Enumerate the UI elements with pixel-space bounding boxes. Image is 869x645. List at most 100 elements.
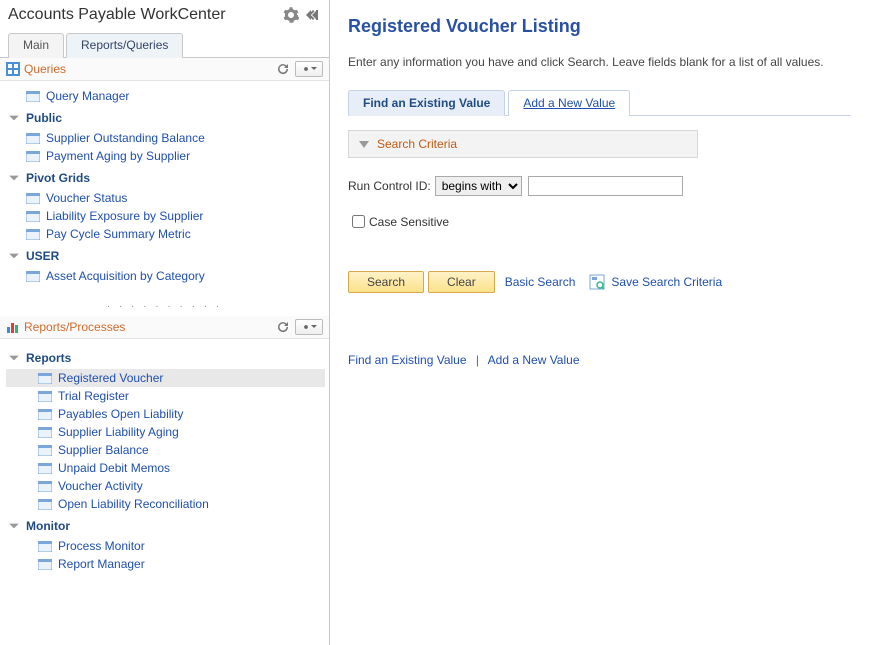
link-label: Supplier Balance bbox=[58, 443, 149, 457]
link-label: Supplier Liability Aging bbox=[58, 425, 179, 439]
gear-icon bbox=[301, 64, 311, 74]
section-queries: Queries bbox=[0, 58, 329, 81]
item-supplier-balance[interactable]: Supplier Balance bbox=[6, 441, 325, 459]
bottom-links: Find an Existing Value | Add a New Value bbox=[348, 353, 851, 367]
item-asset-acquisition[interactable]: Asset Acquisition by Category bbox=[6, 267, 325, 285]
page-icon bbox=[38, 499, 52, 510]
page-icon bbox=[38, 559, 52, 570]
page-icon bbox=[38, 427, 52, 438]
item-supplier-liability-aging[interactable]: Supplier Liability Aging bbox=[6, 423, 325, 441]
chevron-down-icon bbox=[8, 112, 20, 124]
group-pivot-grids[interactable]: Pivot Grids bbox=[6, 165, 325, 189]
link-label: Registered Voucher bbox=[58, 371, 163, 385]
bottom-find-link[interactable]: Find an Existing Value bbox=[348, 353, 467, 367]
page-icon bbox=[26, 193, 40, 204]
page-icon bbox=[38, 481, 52, 492]
group-label-text: Monitor bbox=[26, 519, 70, 533]
separator: | bbox=[476, 353, 479, 367]
item-payables-open-liability[interactable]: Payables Open Liability bbox=[6, 405, 325, 423]
collapse-icon[interactable] bbox=[305, 7, 321, 23]
page-icon bbox=[26, 133, 40, 144]
section-separator: · · · · · · · · · · bbox=[0, 297, 329, 316]
link-label: Process Monitor bbox=[58, 539, 145, 553]
workcenter-header: Accounts Payable WorkCenter bbox=[0, 0, 329, 32]
queries-tree: Query Manager Public Supplier Outstandin… bbox=[0, 81, 329, 297]
section-reports-title: Reports/Processes bbox=[24, 320, 269, 334]
operator-select[interactable]: begins with bbox=[435, 176, 522, 196]
link-label: Unpaid Debit Memos bbox=[58, 461, 170, 475]
item-open-liability-recon[interactable]: Open Liability Reconciliation bbox=[6, 495, 325, 513]
clear-button[interactable]: Clear bbox=[428, 271, 495, 293]
item-voucher-status[interactable]: Voucher Status bbox=[6, 189, 325, 207]
page-title: Registered Voucher Listing bbox=[348, 16, 851, 37]
section-gear-dropdown[interactable] bbox=[295, 61, 323, 77]
run-control-row: Run Control ID: begins with bbox=[348, 176, 851, 196]
gear-icon[interactable] bbox=[283, 7, 299, 23]
page-icon bbox=[38, 541, 52, 552]
item-payment-aging[interactable]: Payment Aging by Supplier bbox=[6, 147, 325, 165]
group-public[interactable]: Public bbox=[6, 105, 325, 129]
item-trial-register[interactable]: Trial Register bbox=[6, 387, 325, 405]
section-reports-processes: Reports/Processes bbox=[0, 316, 329, 339]
link-label: Liability Exposure by Supplier bbox=[46, 209, 203, 223]
link-label: Pay Cycle Summary Metric bbox=[46, 227, 191, 241]
refresh-icon[interactable] bbox=[275, 61, 291, 77]
page-icon bbox=[38, 445, 52, 456]
run-control-input[interactable] bbox=[528, 176, 683, 196]
group-label-text: Public bbox=[26, 111, 62, 125]
group-monitor[interactable]: Monitor bbox=[6, 513, 325, 537]
section-queries-title: Queries bbox=[24, 62, 269, 76]
group-reports[interactable]: Reports bbox=[6, 345, 325, 369]
chevron-down-icon bbox=[311, 66, 317, 72]
group-label-text: Reports bbox=[26, 351, 71, 365]
save-search-link[interactable]: Save Search Criteria bbox=[611, 275, 722, 289]
page-icon bbox=[38, 391, 52, 402]
item-liability-exposure[interactable]: Liability Exposure by Supplier bbox=[6, 207, 325, 225]
group-user[interactable]: USER bbox=[6, 243, 325, 267]
button-row: Search Clear Basic Search Save Search Cr… bbox=[348, 271, 851, 293]
link-label: Asset Acquisition by Category bbox=[46, 269, 205, 283]
workcenter-title: Accounts Payable WorkCenter bbox=[8, 6, 277, 24]
refresh-icon[interactable] bbox=[275, 319, 291, 335]
tab-add-new[interactable]: Add a New Value bbox=[508, 90, 630, 116]
tab-main[interactable]: Main bbox=[8, 33, 64, 58]
item-supplier-outstanding[interactable]: Supplier Outstanding Balance bbox=[6, 129, 325, 147]
item-query-manager[interactable]: Query Manager bbox=[6, 87, 325, 105]
item-report-manager[interactable]: Report Manager bbox=[6, 555, 325, 573]
page-icon bbox=[38, 409, 52, 420]
page-icon bbox=[26, 229, 40, 240]
page-icon bbox=[26, 211, 40, 222]
group-label-text: USER bbox=[26, 249, 59, 263]
section-gear-dropdown[interactable] bbox=[295, 319, 323, 335]
page-icon bbox=[38, 463, 52, 474]
item-voucher-activity[interactable]: Voucher Activity bbox=[6, 477, 325, 495]
link-label: Query Manager bbox=[46, 89, 129, 103]
item-registered-voucher[interactable]: Registered Voucher bbox=[6, 369, 325, 387]
bottom-add-link[interactable]: Add a New Value bbox=[488, 353, 580, 367]
page-icon bbox=[26, 151, 40, 162]
link-label: Payment Aging by Supplier bbox=[46, 149, 190, 163]
chevron-down-icon bbox=[8, 520, 20, 532]
page-icon bbox=[26, 91, 40, 102]
basic-search-link[interactable]: Basic Search bbox=[505, 275, 576, 289]
case-sensitive-checkbox[interactable] bbox=[352, 215, 365, 228]
run-control-label: Run Control ID: bbox=[348, 179, 431, 193]
item-process-monitor[interactable]: Process Monitor bbox=[6, 537, 325, 555]
case-sensitive-row: Case Sensitive bbox=[348, 212, 851, 231]
content-area: Registered Voucher Listing Enter any inf… bbox=[330, 0, 869, 645]
tab-reports-queries[interactable]: Reports/Queries bbox=[66, 33, 183, 58]
search-button[interactable]: Search bbox=[348, 271, 424, 293]
link-label: Trial Register bbox=[58, 389, 129, 403]
chevron-down-icon bbox=[8, 250, 20, 262]
tab-find-existing[interactable]: Find an Existing Value bbox=[348, 90, 505, 116]
chart-icon bbox=[6, 320, 20, 334]
queries-icon bbox=[6, 62, 20, 76]
item-pay-cycle-summary[interactable]: Pay Cycle Summary Metric bbox=[6, 225, 325, 243]
find-add-tabs: Find an Existing Value Add a New Value bbox=[348, 89, 851, 116]
link-label: Open Liability Reconciliation bbox=[58, 497, 209, 511]
link-label: Payables Open Liability bbox=[58, 407, 183, 421]
chevron-down-icon bbox=[8, 352, 20, 364]
item-unpaid-debit-memos[interactable]: Unpaid Debit Memos bbox=[6, 459, 325, 477]
page-icon bbox=[38, 373, 52, 384]
collapse-triangle-icon[interactable] bbox=[359, 141, 369, 148]
